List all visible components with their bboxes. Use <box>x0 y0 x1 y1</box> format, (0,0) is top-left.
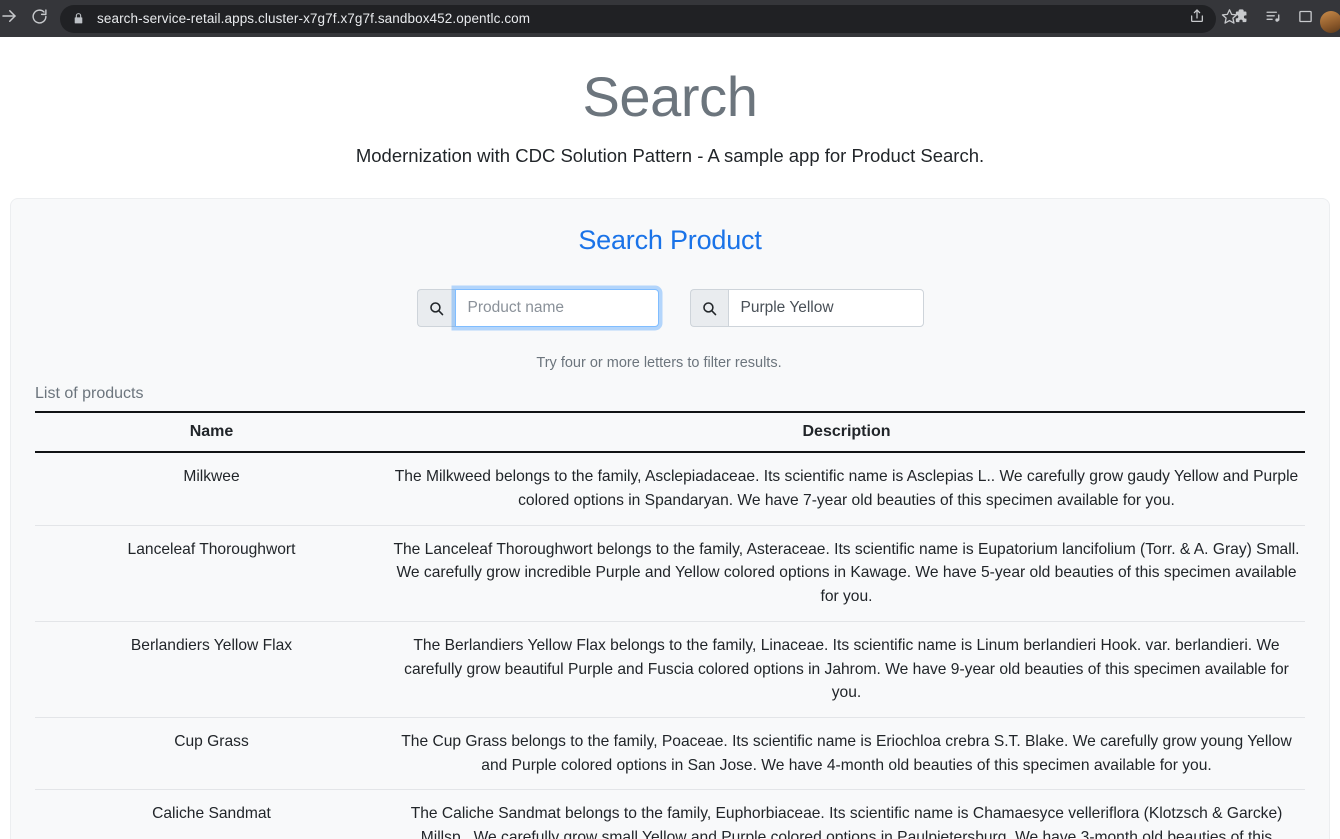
search-icon[interactable] <box>416 289 455 328</box>
table-row: Lanceleaf Thoroughwort The Lanceleaf Thor… <box>35 525 1305 622</box>
cell-product-description: The Caliche Sandmat belongs to the famil… <box>388 789 1305 839</box>
table-head: Name Description <box>35 411 1305 454</box>
cell-product-description: The Berlandiers Yellow Flax belongs to t… <box>388 621 1305 718</box>
reload-icon <box>31 8 48 30</box>
cell-product-name: Berlandiers Yellow Flax <box>35 621 388 718</box>
table-body: Milkwee The Milkweed belongs to the famil… <box>35 452 1305 839</box>
product-name-input[interactable] <box>454 289 659 328</box>
forward-button[interactable] <box>0 4 24 34</box>
cell-product-name: Cup Grass <box>35 717 388 791</box>
page-content: Search Modernization with CDC Solution P… <box>0 37 1340 839</box>
side-panel-button[interactable] <box>1290 4 1320 34</box>
share-button[interactable] <box>1182 4 1212 34</box>
cell-product-description: The Cup Grass belongs to the family, Poa… <box>388 717 1305 791</box>
cell-product-description: The Lanceleaf Thoroughwort belongs to th… <box>388 525 1305 622</box>
lock-icon <box>72 12 85 25</box>
table-row: Berlandiers Yellow Flax The Berlandiers Y… <box>35 621 1305 718</box>
bookmark-button[interactable] <box>1214 4 1244 34</box>
cell-product-description: The Milkweed belongs to the family, Ascl… <box>388 452 1305 526</box>
profile-avatar <box>1320 10 1340 33</box>
column-header-description: Description <box>388 411 1305 454</box>
page-subtitle: Modernization with CDC Solution Pattern … <box>355 145 985 167</box>
url-text: search-service-retail.apps.cluster-x7g7f… <box>97 11 531 26</box>
cell-product-name: Caliche Sandmat <box>35 789 388 839</box>
table-row: Cup Grass The Cup Grass belongs to the fa… <box>35 717 1305 791</box>
cell-product-name: Lanceleaf Thoroughwort <box>35 525 388 622</box>
table-row: Milkwee The Milkweed belongs to the famil… <box>35 452 1305 526</box>
reload-button[interactable] <box>24 4 54 34</box>
profile-button[interactable] <box>1320 4 1340 34</box>
search-icon[interactable] <box>689 289 728 328</box>
table-caption: List of products <box>35 385 144 403</box>
cell-product-name: Milkwee <box>35 452 388 526</box>
forward-arrow-icon <box>0 7 18 30</box>
description-search-group <box>689 289 924 328</box>
products-table-wrapper: List of products Name Description Milkwe… <box>35 385 1305 839</box>
address-bar[interactable]: search-service-retail.apps.cluster-x7g7f… <box>60 4 1216 33</box>
omnibox-actions <box>1180 4 1244 33</box>
search-controls <box>35 289 1305 328</box>
browser-toolbar: search-service-retail.apps.cluster-x7g7f… <box>0 0 1340 37</box>
search-card: Search Product Try four or mor <box>10 198 1330 839</box>
column-header-name: Name <box>35 411 388 454</box>
star-icon <box>1221 8 1238 30</box>
reading-list-button[interactable] <box>1258 4 1288 34</box>
product-name-search-group <box>416 289 659 328</box>
reading-list-icon <box>1265 8 1282 30</box>
search-hint: Try four or more letters to filter resul… <box>536 355 782 372</box>
description-input[interactable] <box>727 289 924 328</box>
share-icon <box>1189 8 1205 29</box>
table-header-row: Name Description <box>35 411 1305 454</box>
table-row: Caliche Sandmat The Caliche Sandmat belon… <box>35 789 1305 839</box>
side-panel-icon <box>1298 9 1313 29</box>
search-product-heading: Search Product <box>578 225 762 256</box>
products-table: Name Description Milkwee The Milkweed bel… <box>35 411 1305 839</box>
page-title: Search <box>582 65 758 128</box>
hero-section: Search Modernization with CDC Solution P… <box>0 37 1340 167</box>
